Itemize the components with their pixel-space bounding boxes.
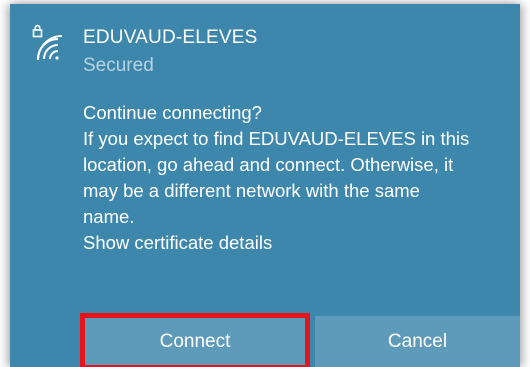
cancel-button[interactable]: Cancel	[315, 316, 520, 367]
message-line: may be a different network with the same	[83, 180, 420, 201]
connection-message: Continue connecting? If you expect to fi…	[83, 100, 513, 256]
message-line: If you expect to find EDUVAUD-ELEVES in …	[83, 128, 470, 149]
message-line: location, go ahead and connect. Otherwis…	[83, 154, 454, 175]
wifi-connect-panel: EDUVAUD-ELEVES Secured Continue connecti…	[10, 4, 520, 367]
network-name: EDUVAUD-ELEVES	[83, 27, 258, 48]
message-line: name.	[83, 206, 135, 227]
wifi-secured-icon	[32, 24, 66, 61]
network-status: Secured	[83, 55, 154, 76]
screenshot-frame: EDUVAUD-ELEVES Secured Continue connecti…	[0, 0, 530, 367]
show-certificate-link[interactable]: Show certificate details	[83, 230, 513, 256]
button-row: Connect Cancel	[80, 313, 520, 367]
message-line: Continue connecting?	[83, 102, 262, 123]
connect-button[interactable]: Connect	[80, 313, 310, 367]
